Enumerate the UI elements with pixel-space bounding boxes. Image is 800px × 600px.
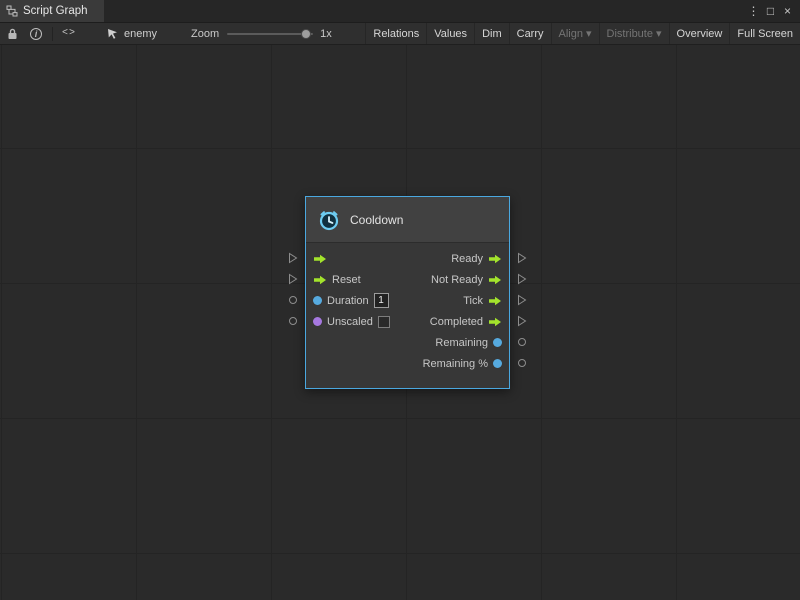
- node-row: Ready: [306, 248, 509, 269]
- values-button[interactable]: Values: [426, 23, 474, 44]
- code-icon[interactable]: <>: [57, 23, 81, 44]
- port-flow-enter[interactable]: [286, 252, 300, 264]
- cooldown-node[interactable]: Cooldown Ready: [305, 196, 510, 389]
- toolbar-separator: [52, 27, 53, 41]
- value-port-icon: [313, 296, 322, 305]
- window-controls: ⋮ □ ×: [746, 4, 800, 18]
- info-icon[interactable]: i: [24, 23, 48, 44]
- graph-target-label: enemy: [124, 28, 157, 40]
- node-header[interactable]: Cooldown: [306, 197, 509, 243]
- flow-arrow-icon: [313, 254, 327, 264]
- lock-icon[interactable]: [0, 23, 24, 44]
- node-row: Remaining: [306, 332, 509, 353]
- flow-arrow-icon: [313, 275, 327, 285]
- script-graph-window: Script Graph ⋮ □ × i <> enemy: [0, 0, 800, 600]
- window-menu-icon[interactable]: ⋮: [746, 4, 761, 18]
- port-unscaled[interactable]: [286, 315, 300, 327]
- input-duration[interactable]: Duration: [313, 293, 389, 308]
- zoom-slider-handle[interactable]: [301, 29, 311, 39]
- node-title: Cooldown: [350, 213, 403, 227]
- unscaled-checkbox[interactable]: [378, 316, 390, 328]
- graph-target[interactable]: enemy: [107, 28, 157, 40]
- graph-canvas[interactable]: Cooldown Ready: [0, 45, 800, 600]
- zoom-slider[interactable]: [227, 33, 313, 35]
- input-unscaled[interactable]: Unscaled: [313, 316, 390, 328]
- cooldown-node-wrapper: Cooldown Ready: [305, 196, 510, 389]
- output-tick[interactable]: Tick: [463, 295, 502, 307]
- maximize-icon[interactable]: □: [763, 4, 778, 18]
- flow-arrow-icon: [488, 317, 502, 327]
- graph-icon: [6, 5, 18, 17]
- node-body: Ready Reset Not Ready: [306, 243, 509, 388]
- node-row: Duration Tick: [306, 290, 509, 311]
- output-remaining[interactable]: Remaining: [435, 337, 502, 349]
- picker-cursor-icon: [107, 28, 119, 40]
- close-icon[interactable]: ×: [780, 4, 795, 18]
- port-remaining-pct[interactable]: [515, 357, 529, 369]
- duration-field[interactable]: [374, 293, 389, 308]
- relations-button[interactable]: Relations: [365, 23, 426, 44]
- zoom-value: 1x: [320, 28, 332, 40]
- tab-label: Script Graph: [23, 5, 88, 17]
- flow-arrow-icon: [488, 296, 502, 306]
- port-tick[interactable]: [515, 294, 529, 306]
- dim-button[interactable]: Dim: [474, 23, 509, 44]
- output-completed[interactable]: Completed: [430, 316, 502, 328]
- node-row: Reset Not Ready: [306, 269, 509, 290]
- node-row: Remaining %: [306, 353, 509, 374]
- output-not-ready[interactable]: Not Ready: [431, 274, 502, 286]
- zoom-label: Zoom: [191, 28, 219, 40]
- align-dropdown[interactable]: Align ▾: [551, 23, 599, 44]
- port-ready[interactable]: [515, 252, 529, 264]
- port-not-ready[interactable]: [515, 273, 529, 285]
- output-remaining-pct[interactable]: Remaining %: [423, 358, 502, 370]
- port-remaining[interactable]: [515, 336, 529, 348]
- output-ready[interactable]: Ready: [451, 253, 502, 265]
- flow-arrow-icon: [488, 254, 502, 264]
- port-completed[interactable]: [515, 315, 529, 327]
- chevron-down-icon: ▾: [586, 27, 592, 40]
- chevron-down-icon: ▾: [656, 27, 662, 40]
- value-port-icon: [493, 359, 502, 368]
- alarm-clock-icon: [317, 208, 341, 232]
- distribute-dropdown[interactable]: Distribute ▾: [599, 23, 669, 44]
- port-duration[interactable]: [286, 294, 300, 306]
- tab-script-graph[interactable]: Script Graph: [0, 0, 104, 22]
- overview-button[interactable]: Overview: [669, 23, 730, 44]
- value-port-icon: [313, 317, 322, 326]
- value-port-icon: [493, 338, 502, 347]
- input-reset[interactable]: Reset: [313, 274, 361, 286]
- title-bar: Script Graph ⋮ □ ×: [0, 0, 800, 22]
- zoom-control: Zoom 1x: [191, 28, 332, 40]
- input-flow-enter[interactable]: [313, 254, 332, 264]
- port-reset[interactable]: [286, 273, 300, 285]
- flow-arrow-icon: [488, 275, 502, 285]
- full-screen-button[interactable]: Full Screen: [729, 23, 800, 44]
- node-row: Unscaled Completed: [306, 311, 509, 332]
- carry-button[interactable]: Carry: [509, 23, 551, 44]
- toolbar-buttons: Relations Values Dim Carry Align ▾ Distr…: [365, 23, 800, 44]
- graph-toolbar: i <> enemy Zoom 1x Relations Values Dim …: [0, 22, 800, 45]
